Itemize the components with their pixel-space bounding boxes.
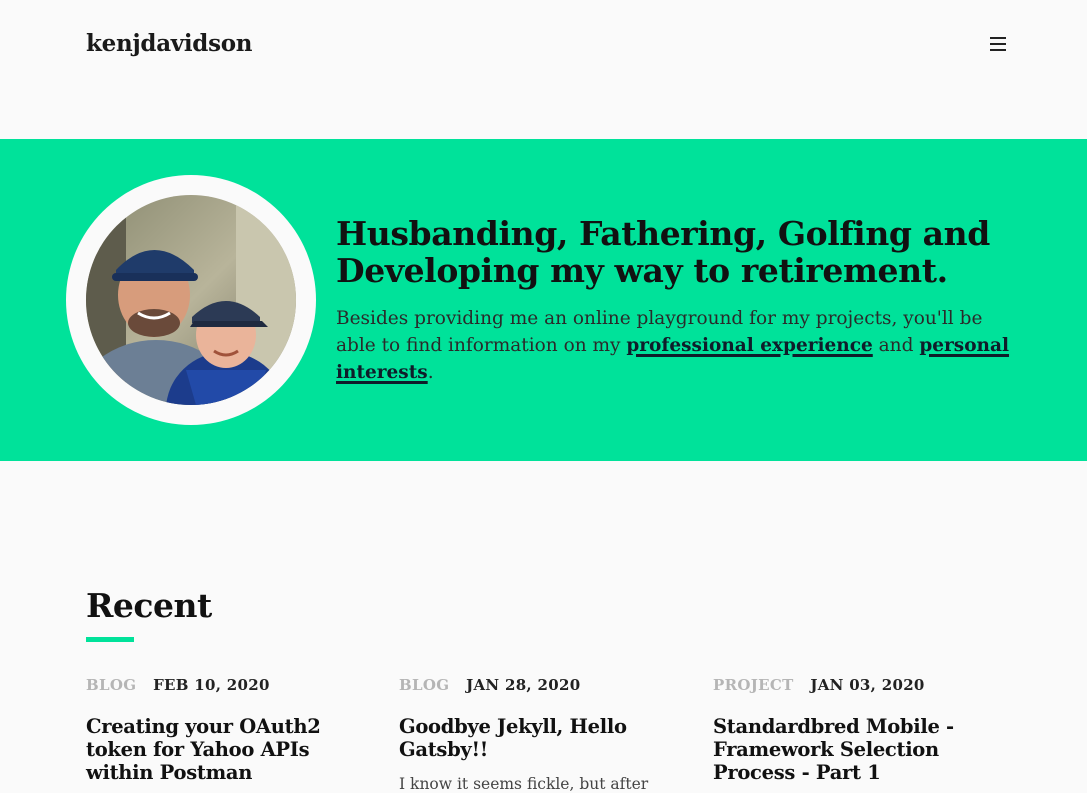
recent-underline	[86, 637, 134, 642]
card-category[interactable]: BLOG	[86, 676, 136, 694]
recent-card[interactable]: BLOG FEB 10, 2020 Creating your OAuth2 t…	[86, 676, 376, 793]
site-brand[interactable]: kenjdavidson	[86, 30, 253, 57]
card-title[interactable]: Standardbred Mobile - Framework Selectio…	[713, 715, 1003, 784]
recent-heading: Recent	[86, 586, 212, 625]
site-header: kenjdavidson	[0, 0, 1087, 139]
menu-line	[990, 49, 1006, 51]
card-meta: PROJECT JAN 03, 2020	[713, 676, 1003, 698]
menu-line	[990, 37, 1006, 39]
menu-line	[990, 43, 1006, 45]
card-category[interactable]: BLOG	[399, 676, 449, 694]
card-title[interactable]: Creating your OAuth2 token for Yahoo API…	[86, 715, 376, 784]
avatar-frame	[66, 175, 316, 425]
card-category[interactable]: PROJECT	[713, 676, 794, 694]
recent-card[interactable]: PROJECT JAN 03, 2020 Standardbred Mobile…	[713, 676, 1003, 793]
professional-experience-link[interactable]: professional experience	[626, 335, 872, 356]
card-date: FEB 10, 2020	[153, 676, 270, 694]
hero-intro: Besides providing me an online playgroun…	[336, 305, 1016, 386]
card-title[interactable]: Goodbye Jekyll, Hello Gatsby!!	[399, 715, 689, 761]
card-date: JAN 03, 2020	[810, 676, 925, 694]
intro-text-end: .	[427, 362, 434, 383]
hero-title: Husbanding, Fathering, Golfing and Devel…	[336, 214, 990, 290]
hero-banner: Husbanding, Fathering, Golfing and Devel…	[0, 139, 1087, 461]
recent-card[interactable]: BLOG JAN 28, 2020 Goodbye Jekyll, Hello …	[399, 676, 689, 793]
card-meta: BLOG FEB 10, 2020	[86, 676, 376, 698]
intro-text-and: and	[872, 335, 920, 356]
avatar-photo	[86, 195, 296, 405]
card-meta: BLOG JAN 28, 2020	[399, 676, 689, 698]
card-date: JAN 28, 2020	[466, 676, 581, 694]
card-excerpt: I know it seems fickle, but after	[399, 775, 649, 793]
hamburger-menu-icon[interactable]	[985, 34, 1011, 56]
avatar	[86, 195, 296, 405]
